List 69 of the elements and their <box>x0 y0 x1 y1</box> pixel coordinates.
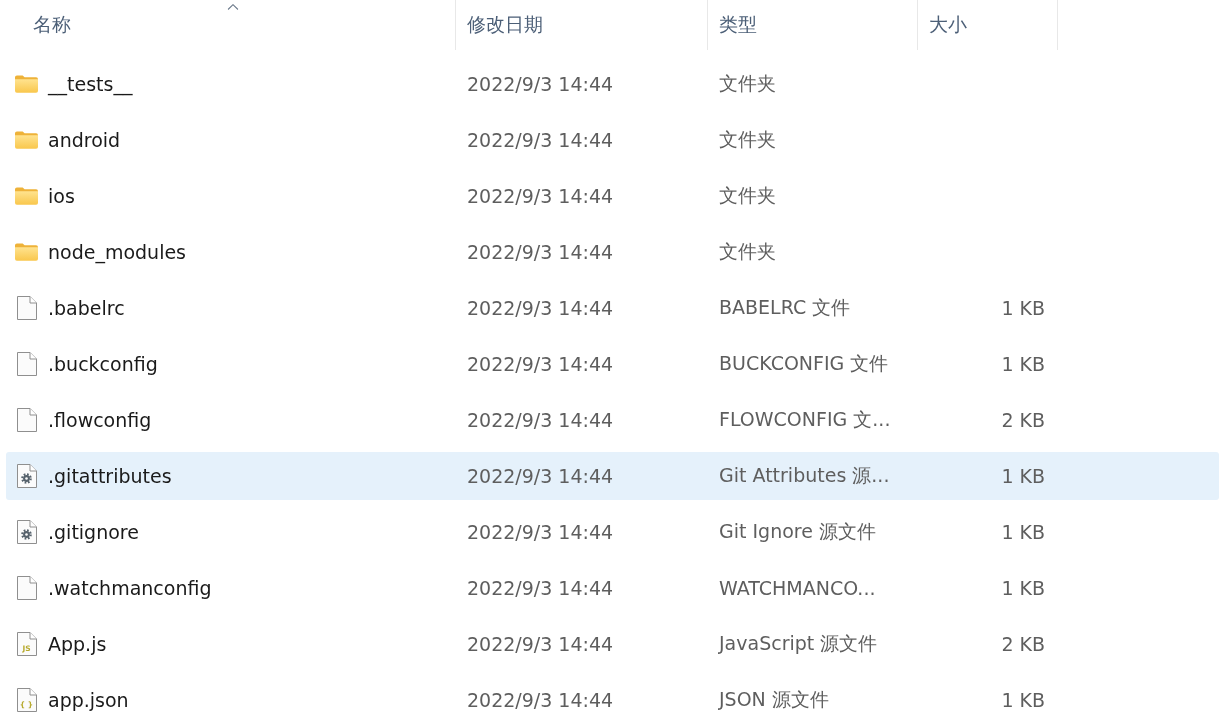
file-row[interactable]: .watchmanconfig 2022/9/3 14:44 WATCHMANCO... 1 KB <box>6 564 1219 612</box>
file-type: 文件夹 <box>719 128 776 150</box>
file-size: 1 KB <box>1001 689 1045 711</box>
file-row[interactable]: .gitattributes 2022/9/3 14:44 Git Attributes 源... 1 KB <box>6 452 1219 500</box>
modified-date: 2022/9/3 14:44 <box>467 633 614 655</box>
file-type: WATCHMANCO... <box>719 577 876 599</box>
file-name: node_modules <box>48 241 187 263</box>
file-type: FLOWCONFIG 文... <box>719 408 891 430</box>
file-name: .gitignore <box>48 521 139 543</box>
modified-date: 2022/9/3 14:44 <box>467 465 614 487</box>
file-size: 1 KB <box>1001 297 1045 319</box>
file-row[interactable]: __tests__ 2022/9/3 14:44 文件夹 <box>6 60 1219 108</box>
file-name: ios <box>48 185 75 207</box>
file-icon <box>16 576 37 600</box>
file-name: .flowconfig <box>48 409 152 431</box>
gear-file-icon <box>16 520 37 544</box>
file-row[interactable]: .gitignore 2022/9/3 14:44 Git Ignore 源文件 1 KB <box>6 508 1219 556</box>
file-type: Git Ignore 源文件 <box>719 520 876 542</box>
folder-icon <box>15 187 38 205</box>
folder-icon <box>15 131 38 149</box>
file-name: .watchmanconfig <box>48 577 212 599</box>
file-type: BABELRC 文件 <box>719 296 851 318</box>
column-header[interactable]: 大小 <box>918 0 1058 50</box>
modified-date: 2022/9/3 14:44 <box>467 129 614 151</box>
file-row[interactable]: node_modules 2022/9/3 14:44 文件夹 <box>6 228 1219 276</box>
file-size: 1 KB <box>1001 521 1045 543</box>
modified-date: 2022/9/3 14:44 <box>467 409 614 431</box>
file-size: 2 KB <box>1001 633 1045 655</box>
file-type: BUCKCONFIG 文件 <box>719 352 889 374</box>
modified-date: 2022/9/3 14:44 <box>467 521 614 543</box>
file-size: 1 KB <box>1001 577 1045 599</box>
file-row[interactable]: .babelrc 2022/9/3 14:44 BABELRC 文件 1 KB <box>6 284 1219 332</box>
file-row[interactable]: android 2022/9/3 14:44 文件夹 <box>6 116 1219 164</box>
file-name: .buckconfig <box>48 353 158 375</box>
file-size: 2 KB <box>1001 409 1045 431</box>
modified-date: 2022/9/3 14:44 <box>467 577 614 599</box>
file-row[interactable]: .flowconfig 2022/9/3 14:44 FLOWCONFIG 文... 2 KB <box>6 396 1219 444</box>
file-size: 1 KB <box>1001 465 1045 487</box>
file-type: JavaScript 源文件 <box>719 632 878 654</box>
file-row[interactable]: .buckconfig 2022/9/3 14:44 BUCKCONFIG 文件 1 KB <box>6 340 1219 388</box>
file-size: 1 KB <box>1001 353 1045 375</box>
file-name: App.js <box>48 633 107 655</box>
modified-date: 2022/9/3 14:44 <box>467 185 614 207</box>
file-type: JSON 源文件 <box>719 688 829 710</box>
folder-icon <box>15 243 38 261</box>
modified-date: 2022/9/3 14:44 <box>467 297 614 319</box>
modified-date: 2022/9/3 14:44 <box>467 353 614 375</box>
column-header[interactable]: 名称 <box>0 0 456 50</box>
file-icon <box>16 408 37 432</box>
file-name: .gitattributes <box>48 465 172 487</box>
modified-date: 2022/9/3 14:44 <box>467 241 614 263</box>
sort-caret-icon <box>227 4 238 10</box>
file-name: __tests__ <box>48 73 133 95</box>
column-header[interactable]: 类型 <box>708 0 918 50</box>
file-row[interactable]: ios 2022/9/3 14:44 文件夹 <box>6 172 1219 220</box>
file-type: 文件夹 <box>719 240 776 262</box>
file-icon <box>16 352 37 376</box>
file-name: .babelrc <box>48 297 125 319</box>
folder-icon <box>15 75 38 93</box>
file-type: Git Attributes 源... <box>719 464 890 486</box>
file-name: app.json <box>48 689 129 711</box>
file-type: 文件夹 <box>719 184 776 206</box>
file-name: android <box>48 129 121 151</box>
file-type: 文件夹 <box>719 72 776 94</box>
modified-date: 2022/9/3 14:44 <box>467 689 614 711</box>
gear-file-icon <box>16 464 37 488</box>
modified-date: 2022/9/3 14:44 <box>467 73 614 95</box>
file-icon <box>16 296 37 320</box>
column-header[interactable]: 修改日期 <box>456 0 708 50</box>
